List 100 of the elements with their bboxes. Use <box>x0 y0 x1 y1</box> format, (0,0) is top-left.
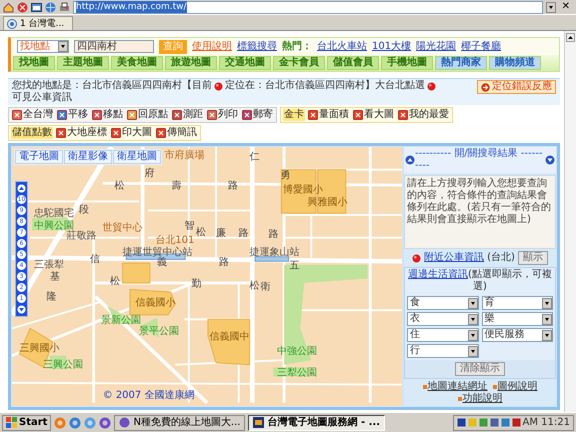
map-label: 三張犁 <box>34 260 64 271</box>
toolbar-button[interactable]: 列印 <box>206 109 239 121</box>
square-icon <box>111 128 121 138</box>
category-select[interactable]: 找地點 <box>17 40 69 53</box>
square-icon <box>156 128 166 138</box>
dot-icon <box>412 254 422 262</box>
show-button[interactable]: 顯示 <box>518 251 548 265</box>
map-label: 信義國中 <box>210 331 250 342</box>
toolbar-button[interactable]: 我的最愛 <box>397 109 450 121</box>
search-input-field[interactable]: 四四南村 <box>74 40 154 53</box>
hot-link[interactable]: 陽光花園 <box>416 40 456 52</box>
taskbar-button[interactable]: N種免費的線上地圖大... <box>114 414 246 430</box>
window-icon[interactable] <box>31 2 42 12</box>
footer-link[interactable]: 地圖連結網址 <box>422 381 488 393</box>
help-link[interactable]: 使用說明 <box>192 40 232 52</box>
map-label: 忠駝國宅 <box>34 208 74 219</box>
road-label: 隆 <box>46 291 56 302</box>
toolbar-button[interactable]: 郵寄 <box>241 109 274 121</box>
hot-link[interactable]: 101大樓 <box>372 40 412 52</box>
map-label: 景平公園 <box>138 326 179 337</box>
map-type-tab[interactable]: 衛星地圖 <box>113 150 161 164</box>
bus-info-link[interactable]: 附近公車資訊 <box>424 252 484 264</box>
toolbar-button[interactable]: 看大圖 <box>352 109 395 121</box>
life-info-link[interactable]: 週邊生活資訊 <box>408 269 468 280</box>
map-label: 三犁公園 <box>276 368 317 379</box>
road-label: 義 <box>157 256 168 268</box>
pan-up-icon[interactable] <box>17 184 26 193</box>
road-label: 勤 <box>192 278 202 290</box>
location-text: 您找的地點是：台北市信義區四四南村【目前 <box>12 80 212 92</box>
hot-link[interactable]: 椰子餐廳 <box>461 40 502 52</box>
nav-tab[interactable]: 主題地圖 <box>57 56 109 70</box>
report-error-button[interactable]: 定位錯誤反應 <box>477 80 556 94</box>
map-label: 三興公園 <box>42 359 83 370</box>
road-label: 松 <box>110 276 120 287</box>
toolbar-button[interactable]: 全台灣 <box>11 109 54 121</box>
road-label: 衛 <box>260 281 270 292</box>
nav-tab[interactable]: 找地圖 <box>13 56 55 70</box>
road-label: 路 <box>218 256 229 268</box>
results-toggle-link[interactable]: ---------- 開/關搜尋結果 ---------- <box>415 148 545 172</box>
map-label: 景新公園 <box>100 314 141 326</box>
address-field[interactable]: http://www.map.com.tw/ <box>73 0 543 14</box>
nav-tab[interactable]: 儲值會員 <box>327 56 379 70</box>
group-label: 金卡 <box>283 109 305 121</box>
bus-region-text: (台北) <box>487 252 515 264</box>
nav-tab[interactable]: 美食地圖 <box>111 56 163 70</box>
toolbar-button[interactable]: 傳簡訊 <box>155 127 198 139</box>
road-label: 松 <box>196 226 206 238</box>
stop-icon[interactable] <box>17 2 28 12</box>
bullet-icon <box>458 397 462 401</box>
category-select[interactable]: 食 <box>407 296 478 310</box>
square-icon <box>398 110 408 120</box>
toolbar-button[interactable]: 印大圖 <box>110 127 153 139</box>
browser-tab[interactable]: 1 台灣電... <box>3 16 74 30</box>
printer-icon[interactable] <box>59 2 70 12</box>
nav-tab[interactable]: 熱門商家 <box>435 56 487 70</box>
toolbar-button[interactable]: 回原點 <box>126 109 169 121</box>
toolbar-button[interactable]: 移點 <box>91 109 124 121</box>
category-select[interactable]: 衣 <box>407 312 478 326</box>
category-select[interactable]: 住 <box>407 328 478 342</box>
nav-tab[interactable]: 旅遊地圖 <box>165 56 217 70</box>
square-icon <box>127 110 137 120</box>
nav-tab[interactable]: 金卡會員 <box>273 56 325 70</box>
category-select[interactable]: 行 <box>407 344 478 358</box>
results-message: 請在上方搜尋列輸入您想要查詢的內容，符合條件的查詢結果會條列在此處。(若只有一筆符合的結果則會直接顯示在地圖上) <box>407 178 552 226</box>
square-icon <box>172 110 182 120</box>
square-icon <box>242 110 252 120</box>
nav-tab[interactable]: 購物頻道 <box>489 56 541 70</box>
category-select[interactable]: 育 <box>482 296 553 310</box>
hot-link[interactable]: 台北火車站 <box>317 40 367 52</box>
footer-link[interactable]: 功能說明 <box>458 393 502 405</box>
start-button[interactable]: Start <box>2 414 52 430</box>
map-type-tab[interactable]: 電子地圖 <box>15 150 63 164</box>
close-button[interactable]: ✕ <box>558 1 573 13</box>
toolbar-button[interactable]: 平移 <box>56 109 89 121</box>
life-info-note: (點選即顯示，可複選) <box>468 269 552 292</box>
taskbar-button[interactable]: 台灣電子地圖服務網 - ... <box>248 414 385 430</box>
nav-tab[interactable]: 交通地圖 <box>219 56 271 70</box>
map-type-tab[interactable]: 衛星影像 <box>64 150 112 164</box>
nav-tab[interactable]: 手機地圖 <box>381 56 433 70</box>
square-icon <box>207 110 217 120</box>
category-select[interactable]: 樂 <box>482 312 553 326</box>
road-label: 路 <box>228 180 238 192</box>
clear-button[interactable]: 清除顯示 <box>455 362 505 376</box>
dot-icon <box>427 82 436 90</box>
square-icon <box>56 128 66 138</box>
scroll-up-icon[interactable] <box>566 33 575 42</box>
location-text: 定位在：台北市信義區四四南村】大台北點選 <box>225 80 425 92</box>
tag-search-link[interactable]: 標籤搜尋 <box>237 40 277 52</box>
footer-link[interactable]: 圖例說明 <box>492 381 538 393</box>
road-label: 路 <box>268 228 279 240</box>
toolbar-button[interactable]: 大地座標 <box>55 127 108 139</box>
square-icon <box>308 110 318 120</box>
toolbar-button[interactable]: 測距 <box>171 109 204 121</box>
group-label: 儲值點數 <box>11 127 53 139</box>
category-select[interactable]: 便民服務 <box>482 328 553 342</box>
toolbar-button[interactable]: 量面積 <box>307 109 350 121</box>
pan-down-icon[interactable] <box>17 305 26 314</box>
road-label: 府 <box>144 168 154 180</box>
square-icon <box>353 110 363 120</box>
home-icon[interactable] <box>3 2 14 12</box>
